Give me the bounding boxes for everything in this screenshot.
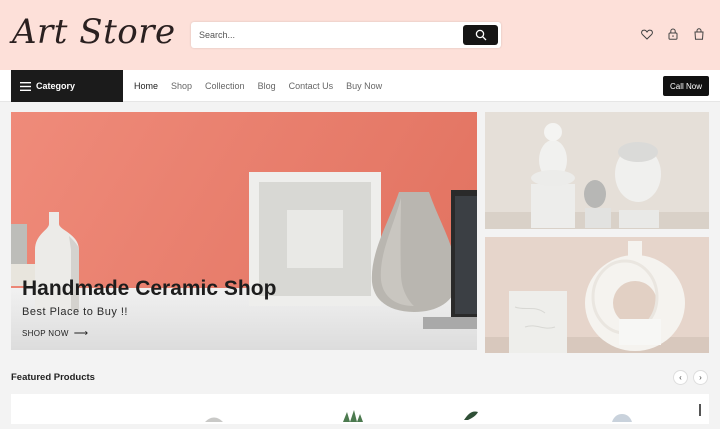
nav-link-home[interactable]: Home xyxy=(134,81,158,91)
hamburger-icon xyxy=(20,81,31,91)
brand-logo[interactable]: Art Store xyxy=(12,12,176,52)
heart-icon[interactable] xyxy=(640,27,654,41)
top-header: Art Store xyxy=(0,0,720,70)
search-input[interactable] xyxy=(191,22,456,48)
nav-link-buy-now[interactable]: Buy Now xyxy=(346,81,382,91)
ceramic-decor-image xyxy=(485,237,709,353)
carousel-next-button[interactable]: › xyxy=(693,370,708,385)
search-button[interactable] xyxy=(463,25,498,45)
category-menu-button[interactable]: Category xyxy=(11,70,123,102)
shop-now-link[interactable]: SHOP NOW ⟶ xyxy=(22,328,88,339)
buddha-statues-image xyxy=(485,112,709,229)
hero-subtitle: Best Place to Buy !! xyxy=(22,306,128,318)
search-bar xyxy=(191,22,501,48)
side-banner-ceramics[interactable] xyxy=(485,237,709,353)
hero-title: Handmade Ceramic Shop xyxy=(22,277,277,300)
carousel-prev-button[interactable]: ‹ xyxy=(673,370,688,385)
main-navbar: Category Home Shop Collection Blog Conta… xyxy=(0,70,720,102)
carousel-controls: ‹ › xyxy=(673,370,708,385)
hero-banner: Handmade Ceramic Shop Best Place to Buy … xyxy=(11,112,477,350)
nav-link-collection[interactable]: Collection xyxy=(205,81,245,91)
nav-link-blog[interactable]: Blog xyxy=(258,81,276,91)
category-label: Category xyxy=(36,81,76,91)
bag-icon[interactable] xyxy=(692,27,706,41)
lock-icon[interactable] xyxy=(666,27,680,41)
nav-link-contact-us[interactable]: Contact Us xyxy=(289,81,334,91)
arrow-right-icon: ⟶ xyxy=(73,328,89,339)
search-icon xyxy=(475,29,486,41)
call-now-button[interactable]: Call Now xyxy=(663,76,709,96)
featured-products-heading: Featured Products xyxy=(11,372,95,383)
header-icons xyxy=(640,27,706,41)
nav-link-shop[interactable]: Shop xyxy=(171,81,192,91)
shop-now-label: SHOP NOW xyxy=(22,329,69,338)
side-banner-buddha[interactable] xyxy=(485,112,709,229)
nav-links: Home Shop Collection Blog Contact Us Buy… xyxy=(134,70,395,102)
